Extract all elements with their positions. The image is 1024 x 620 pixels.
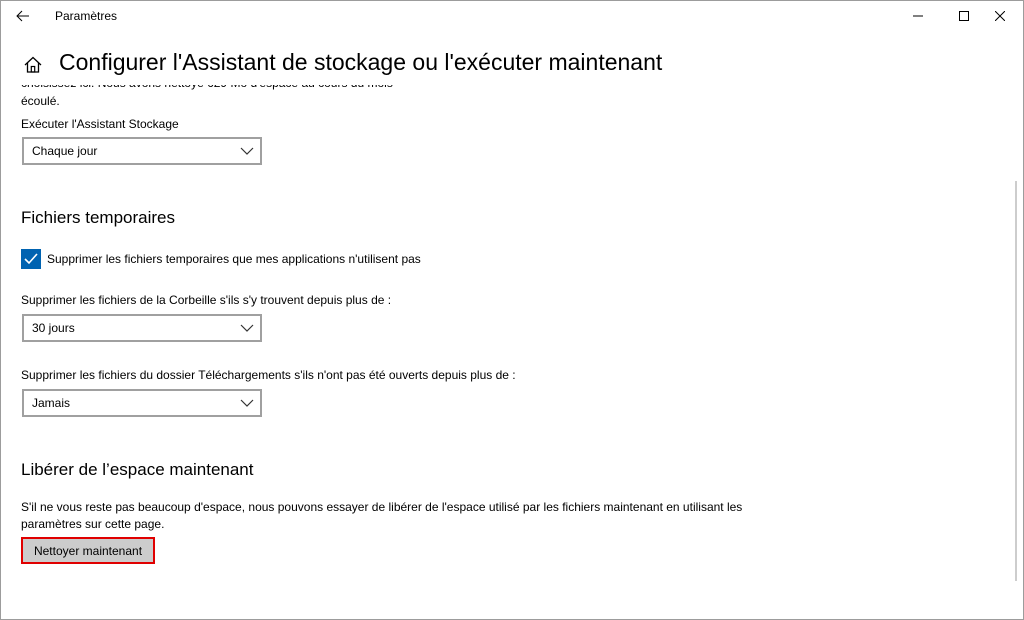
scrollbar[interactable]: [1015, 181, 1017, 581]
chevron-down-icon: [240, 324, 254, 332]
recycle-bin-label: Supprimer les fichiers de la Corbeille s…: [21, 293, 392, 307]
checkmark-icon: [24, 253, 38, 265]
run-storage-sense-label: Exécuter l'Assistant Stockage: [21, 117, 179, 131]
temp-files-checkbox[interactable]: [21, 249, 41, 269]
storage-summary-line2: écoulé.: [21, 94, 60, 108]
recycle-bin-dropdown[interactable]: 30 jours: [22, 314, 262, 342]
storage-sense-content: choisissez ici. Nous avons nettoyé 629 M…: [1, 1, 1011, 619]
page-header: Configurer l'Assistant de stockage ou l'…: [1, 41, 1011, 85]
run-storage-sense-dropdown[interactable]: Chaque jour: [22, 137, 262, 165]
free-space-section-title: Libérer de l’espace maintenant: [21, 460, 254, 479]
downloads-label: Supprimer les fichiers du dossier Téléch…: [21, 368, 516, 382]
recycle-bin-value: 30 jours: [32, 321, 75, 335]
chevron-down-icon: [240, 147, 254, 155]
home-icon[interactable]: [23, 55, 43, 75]
downloads-dropdown[interactable]: Jamais: [22, 389, 262, 417]
settings-window: choisissez ici. Nous avons nettoyé 629 M…: [0, 0, 1024, 620]
chevron-down-icon: [240, 399, 254, 407]
temp-files-section-title: Fichiers temporaires: [21, 208, 175, 227]
free-space-description: S'il ne vous reste pas beaucoup d'espace…: [21, 500, 743, 531]
downloads-value: Jamais: [32, 396, 71, 410]
page-title: Configurer l'Assistant de stockage ou l'…: [59, 49, 663, 75]
clean-now-button[interactable]: Nettoyer maintenant: [21, 537, 155, 564]
run-storage-sense-value: Chaque jour: [32, 144, 98, 158]
temp-files-checkbox-label[interactable]: Supprimer les fichiers temporaires que m…: [47, 252, 421, 266]
